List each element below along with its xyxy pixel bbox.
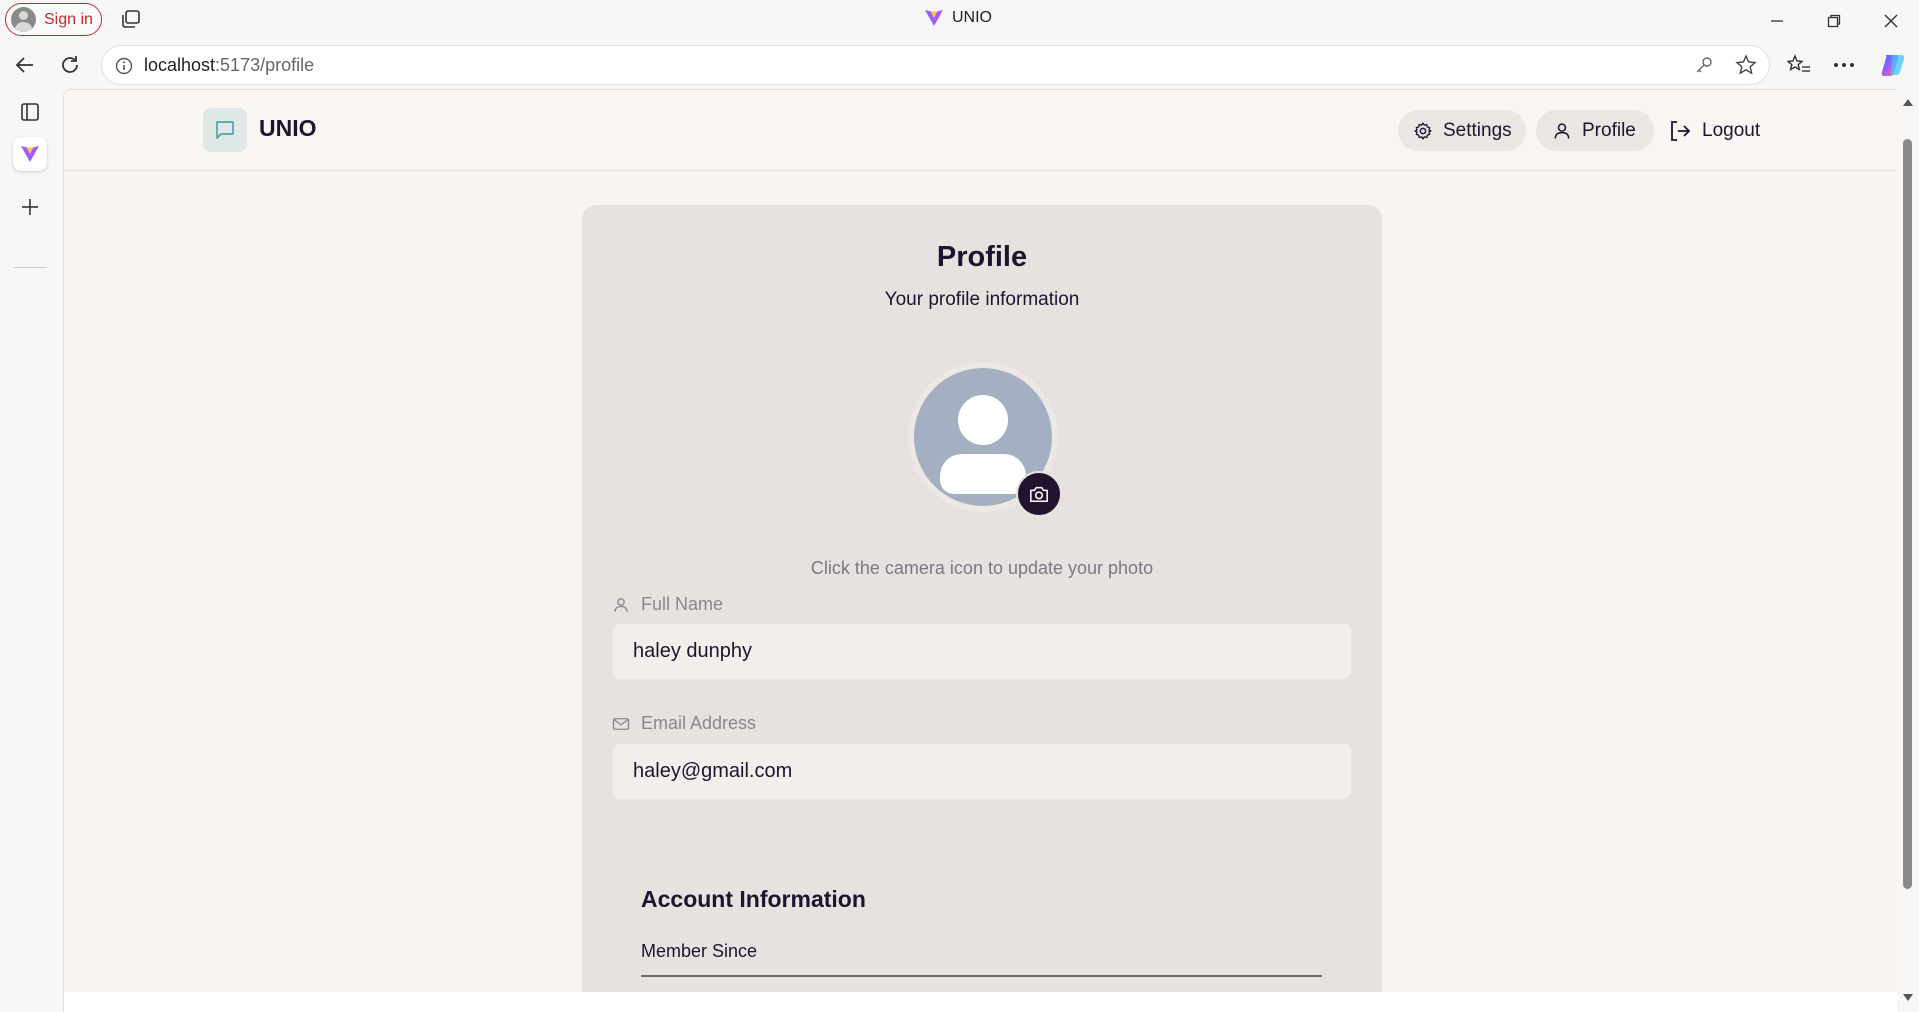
logout-label: Logout	[1702, 119, 1761, 141]
password-key-icon[interactable]	[1694, 55, 1714, 80]
avatar-head	[958, 395, 1008, 445]
app-header: UNIO Settings Profile Logout	[64, 90, 1897, 171]
page-title: Profile	[936, 241, 1028, 273]
address-bar-row: localhost:5173/profile	[0, 41, 1919, 89]
vite-logo-icon	[21, 146, 39, 162]
favorites-list-icon[interactable]	[1785, 51, 1813, 79]
url-text[interactable]: localhost:5173/profile	[144, 55, 314, 76]
profile-avatar-icon	[11, 7, 36, 32]
email-field[interactable]	[612, 743, 1352, 800]
brand-name[interactable]: UNIO	[259, 115, 317, 142]
url-path: :5173/profile	[215, 55, 315, 75]
scrollbar-thumb[interactable]	[1903, 139, 1912, 889]
avatar-body	[940, 454, 1026, 494]
url-bar[interactable]: localhost:5173/profile	[101, 45, 1770, 85]
sign-in-label: Sign in	[44, 10, 93, 28]
copilot-icon[interactable]	[1879, 51, 1907, 79]
user-icon	[1554, 122, 1570, 139]
scroll-down-icon[interactable]	[1903, 994, 1913, 1002]
camera-icon	[1030, 486, 1048, 503]
profile-label: Profile	[1582, 119, 1636, 141]
page-subtitle: Your profile information	[884, 289, 1080, 310]
page-viewport: UNIO Settings Profile Logout Profile You…	[63, 89, 1897, 1012]
restore-icon[interactable]	[1805, 0, 1862, 41]
full-name-label: Full Name	[612, 594, 723, 615]
settings-button[interactable]: Settings	[1398, 110, 1526, 151]
tab-unio[interactable]	[13, 137, 47, 171]
window-title: UNIO	[924, 9, 992, 27]
member-since-label: Member Since	[641, 941, 1322, 977]
window-title-text: UNIO	[952, 9, 992, 26]
sign-in-button[interactable]: Sign in	[5, 3, 102, 36]
tab-actions-icon[interactable]	[119, 9, 143, 31]
tab-strip-divider	[13, 267, 47, 268]
browser-titlebar: Sign in UNIO	[0, 0, 1919, 41]
gear-icon	[1414, 121, 1432, 140]
url-host: localhost	[144, 55, 216, 75]
window-controls	[1748, 0, 1919, 41]
site-info-icon[interactable]	[114, 56, 134, 76]
page-scrollbar[interactable]	[1897, 89, 1919, 1012]
change-photo-button[interactable]	[1016, 471, 1062, 517]
logout-icon	[1671, 120, 1691, 141]
vertical-tab-strip	[0, 89, 63, 1012]
refresh-icon[interactable]	[56, 51, 84, 79]
chat-logo-icon[interactable]	[203, 108, 247, 152]
vite-logo-icon	[925, 10, 943, 26]
photo-hint: Click the camera icon to update your pho…	[810, 558, 1154, 578]
email-label-text: Email Address	[641, 713, 757, 733]
minimize-icon[interactable]	[1748, 0, 1805, 41]
page-bottom-band	[64, 992, 1897, 1012]
new-tab-icon[interactable]	[13, 190, 47, 224]
user-icon	[614, 597, 628, 612]
mail-icon	[612, 717, 630, 730]
favorite-star-icon[interactable]	[1735, 54, 1757, 81]
email-label: Email Address	[612, 713, 756, 734]
close-icon[interactable]	[1862, 0, 1919, 41]
back-icon[interactable]	[11, 51, 39, 79]
full-name-field[interactable]	[612, 623, 1352, 680]
settings-label: Settings	[1443, 119, 1512, 141]
logout-button[interactable]: Logout	[1662, 110, 1772, 151]
account-info-heading: Account Information	[641, 886, 866, 912]
full-name-label-text: Full Name	[641, 594, 724, 614]
scroll-up-icon[interactable]	[1903, 98, 1913, 106]
profile-button[interactable]: Profile	[1536, 110, 1654, 151]
more-menu-icon[interactable]	[1830, 51, 1858, 79]
tab-panel-icon[interactable]	[13, 95, 47, 129]
profile-card: Profile Your profile information Click t…	[582, 205, 1382, 1012]
